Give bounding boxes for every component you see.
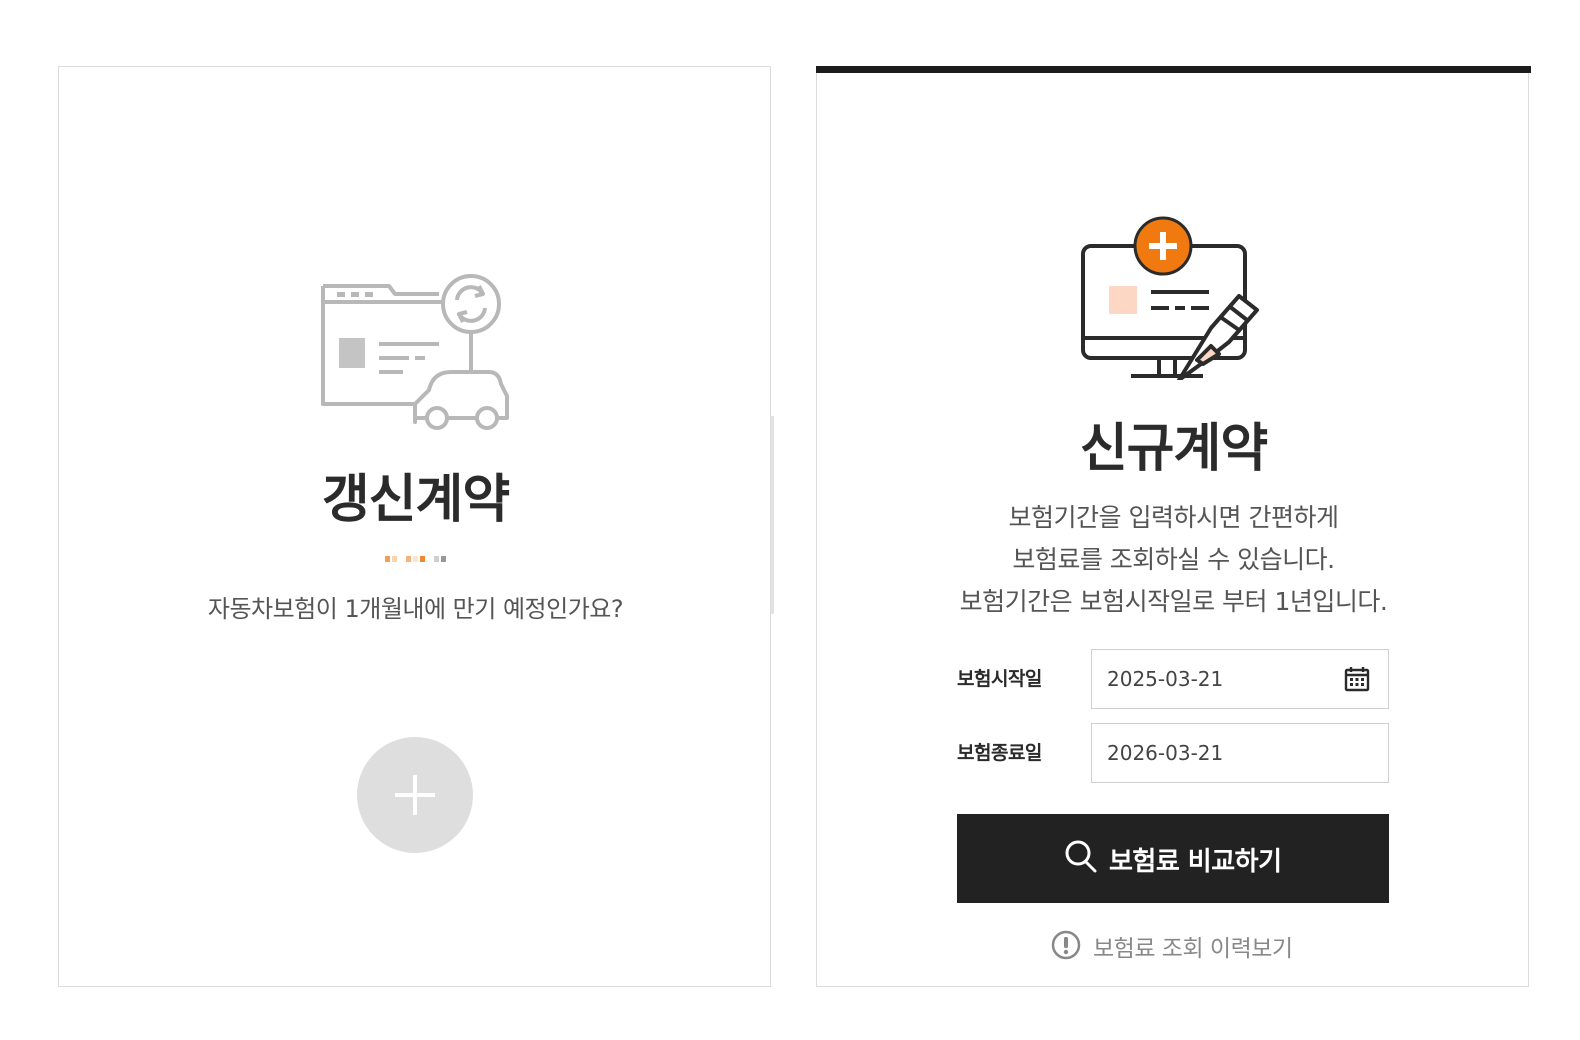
end-date-label: 보험종료일 bbox=[957, 742, 1042, 764]
monitor-new-contract-icon bbox=[1081, 216, 1259, 380]
compare-premium-button[interactable]: 보험료 비교하기 bbox=[957, 814, 1389, 903]
start-date-label: 보험시작일 bbox=[957, 668, 1042, 690]
description-line: 보험기간을 입력하시면 간편하게 bbox=[1008, 503, 1339, 532]
renewal-question: 자동차보험이 1개월내에 만기 예정인가요? bbox=[207, 595, 624, 623]
renewal-contract-card[interactable]: 갱신계약 자동차보험이 1개월내에 만기 예정인가요? bbox=[58, 66, 771, 987]
calendar-icon[interactable] bbox=[1344, 666, 1370, 692]
masked-username bbox=[59, 547, 772, 577]
card-top-bar bbox=[816, 66, 1531, 73]
description-line: 보험기간은 보험시작일로 부터 1년입니다. bbox=[959, 587, 1388, 616]
new-contract-card: 신규계약 보험기간을 입력하시면 간편하게 보험료를 조회하실 수 있습니다. … bbox=[816, 66, 1531, 987]
add-renewal-button[interactable] bbox=[357, 737, 473, 853]
exclamation-circle-icon bbox=[1051, 930, 1081, 960]
start-date-value: 2025-03-21 bbox=[1107, 667, 1224, 691]
new-contract-title: 신규계약 bbox=[1079, 419, 1268, 479]
renewal-title: 갱신계약 bbox=[321, 470, 510, 530]
description-line: 보험료를 조회하실 수 있습니다. bbox=[1012, 545, 1335, 574]
search-icon bbox=[1065, 840, 1097, 873]
history-link-label: 보험료 조회 이력보기 bbox=[1093, 936, 1293, 962]
car-document-refresh-icon bbox=[321, 274, 509, 430]
start-date-input[interactable]: 2025-03-21 bbox=[1091, 649, 1389, 709]
end-date-value: 2026-03-21 bbox=[1107, 741, 1224, 765]
end-date-input[interactable]: 2026-03-21 bbox=[1091, 723, 1389, 783]
compare-button-label: 보험료 비교하기 bbox=[1109, 847, 1282, 877]
